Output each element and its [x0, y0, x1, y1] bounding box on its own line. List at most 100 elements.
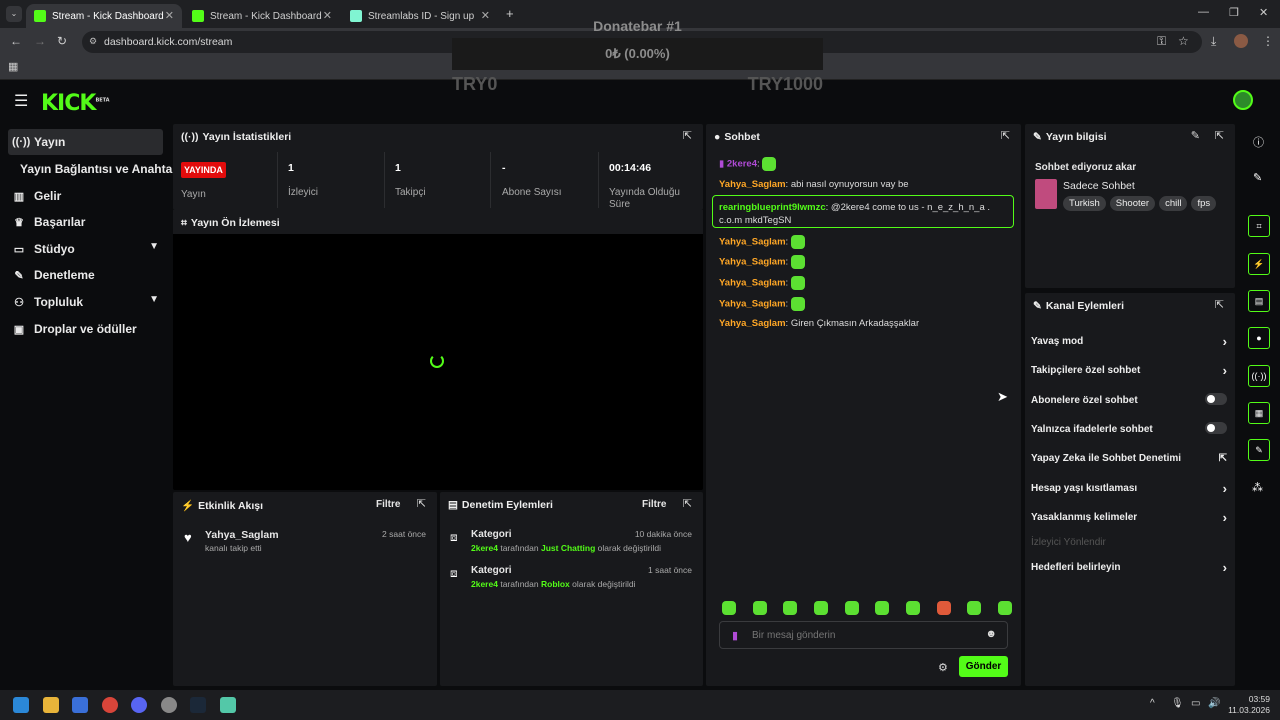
bookmark-star-icon[interactable]: ☆ [1178, 34, 1189, 48]
maximize-icon[interactable]: ❐ [1229, 6, 1239, 19]
profile-avatar[interactable] [1234, 34, 1248, 48]
emote-only-toggle[interactable] [1205, 422, 1227, 434]
clock[interactable]: 03:59 11.03.2026 [1228, 694, 1270, 716]
dots-cluster-icon[interactable]: ⁂ [1252, 481, 1263, 494]
chat-message: Yahya_Saglam: [719, 235, 805, 249]
action-followers-only[interactable]: Takipçilere özel sohbet › [1031, 363, 1227, 378]
volume-icon[interactable]: 🔊 [1208, 698, 1220, 709]
network-icon[interactable]: ▭ [1191, 698, 1200, 709]
chat-username[interactable]: Yahya_Saglam [719, 299, 786, 310]
popout-icon[interactable]: ⇱ [1215, 129, 1224, 142]
sidebar-item-gelir[interactable]: ▥ Gelir [8, 183, 163, 209]
chat-username[interactable]: Yahya_Saglam [719, 278, 786, 289]
emote-icon[interactable] [997, 601, 1012, 615]
apps-grid-icon[interactable]: ▦ [8, 60, 18, 73]
moderation-filter-button[interactable]: Filtre [642, 499, 666, 510]
chat-username[interactable]: 2kere4 [727, 159, 757, 170]
category-name[interactable]: Sadece Sohbet [1063, 180, 1135, 192]
emote-icon[interactable] [844, 601, 859, 615]
obs-icon[interactable] [161, 697, 177, 713]
minimize-icon[interactable]: — [1198, 6, 1209, 18]
chat-username[interactable]: rearingblueprint9lwmzc [719, 202, 826, 213]
tag-chip[interactable]: Shooter [1109, 196, 1156, 211]
chrome-icon[interactable] [102, 697, 118, 713]
microphone-icon[interactable]: 🎙 [1171, 698, 1184, 709]
discord-icon[interactable] [131, 697, 147, 713]
user-avatar[interactable] [1233, 90, 1253, 110]
key-icon[interactable]: ⚿ [1157, 34, 1166, 49]
rail-info-button[interactable]: ▦ [1248, 402, 1270, 424]
file-explorer-icon[interactable] [43, 697, 59, 713]
rail-preview-button[interactable]: ⌗ [1248, 215, 1270, 237]
tag-chip[interactable]: Turkish [1063, 196, 1106, 211]
popout-icon[interactable]: ⇱ [683, 497, 692, 510]
action-ai-moderation[interactable]: Yapay Zeka ile Sohbet Denetimi ⇱ [1031, 453, 1227, 464]
menu-dots-icon[interactable]: ⋮ [1262, 34, 1274, 48]
chat-username[interactable]: Yahya_Saglam [719, 318, 786, 329]
chat-settings-icon[interactable]: ⚙ [938, 661, 948, 674]
tab-kick-dashboard-2[interactable]: Stream - Kick Dashboard ✕ [184, 4, 340, 28]
popout-icon[interactable]: ⇱ [417, 497, 426, 510]
emote-icon[interactable] [936, 601, 951, 615]
streamlabs-icon[interactable] [220, 697, 236, 713]
rail-activity-button[interactable]: ⚡ [1248, 253, 1270, 275]
info-icon[interactable]: ⓘ [1253, 134, 1264, 150]
action-set-goals[interactable]: Hedefleri belirleyin › [1031, 560, 1227, 575]
popout-icon[interactable]: ⇱ [1001, 129, 1010, 142]
popout-icon[interactable]: ⇱ [1215, 298, 1224, 311]
chat-username[interactable]: Yahya_Saglam [719, 237, 786, 248]
popout-icon[interactable]: ⇱ [683, 129, 692, 142]
sidebar-item-topluluk[interactable]: ⚇ Topluluk ▼ [8, 289, 163, 315]
sidebar-item-denetleme[interactable]: ✎ Denetleme [8, 262, 163, 288]
forward-icon[interactable]: → [34, 34, 46, 48]
tag-chip[interactable]: fps [1191, 196, 1217, 211]
emote-icon[interactable] [875, 601, 890, 615]
sidebar-item-yayin[interactable]: ((·)) Yayın [8, 129, 163, 155]
chat-username[interactable]: Yahya_Saglam [719, 257, 786, 268]
activity-filter-button[interactable]: Filtre [376, 499, 400, 510]
sidebar-item-studyo[interactable]: ▭ Stüdyo ▼ [8, 236, 163, 262]
tab-kick-dashboard-1[interactable]: Stream - Kick Dashboard ✕ [26, 4, 182, 28]
rail-chat-button[interactable]: ● [1248, 327, 1270, 349]
store-icon[interactable] [72, 697, 88, 713]
emote-icon[interactable] [905, 601, 920, 615]
sidebar-item-basarilar[interactable]: ♛ Başarılar [8, 209, 163, 235]
tray-chevron-icon[interactable]: ^ [1150, 698, 1155, 709]
chat-input-box[interactable]: ▮ ☻ [719, 621, 1008, 649]
subscribers-only-toggle[interactable] [1205, 393, 1227, 405]
close-tab-icon[interactable]: ✕ [323, 9, 332, 22]
kick-logo[interactable]: KICKBETA [41, 91, 110, 116]
wrench-icon: ✎ [1033, 131, 1042, 143]
emote-icon[interactable] [967, 601, 982, 615]
close-window-icon[interactable]: ✕ [1259, 6, 1268, 19]
edit-pencil-icon[interactable]: ✎ [1253, 171, 1262, 184]
sidebar-item-droplar[interactable]: ▣ Droplar ve ödüller [8, 316, 163, 342]
rail-actions-button[interactable]: ✎ [1248, 439, 1270, 461]
sidebar-item-stream-key[interactable]: Yayın Bağlantısı ve Anahtarı [20, 156, 180, 182]
steam-icon[interactable] [190, 697, 206, 713]
tab-search-button[interactable]: ⌄ [6, 6, 22, 22]
emote-icon[interactable] [813, 601, 828, 615]
windows-start-icon[interactable] [13, 697, 29, 713]
emote-icon[interactable] [722, 601, 736, 615]
rail-stats-button[interactable]: ((·)) [1248, 365, 1270, 387]
action-slow-mode[interactable]: Yavaş mod › [1031, 334, 1227, 349]
emoji-icon[interactable]: ☻ [985, 628, 997, 640]
event-user[interactable]: Yahya_Saglam [205, 529, 279, 541]
hamburger-menu-icon[interactable]: ☰ [14, 91, 28, 111]
reload-icon[interactable]: ↻ [57, 34, 67, 48]
tag-chip[interactable]: chill [1159, 196, 1188, 211]
emote-icon[interactable] [783, 601, 798, 615]
back-icon[interactable]: ← [10, 34, 22, 48]
download-icon[interactable]: ⤓ [1211, 34, 1216, 49]
site-info-icon[interactable]: ⚙ [89, 36, 97, 47]
chat-username[interactable]: Yahya_Saglam [719, 179, 786, 190]
rail-moderation-button[interactable]: ▤ [1248, 290, 1270, 312]
chat-input[interactable] [752, 627, 972, 643]
action-banned-words[interactable]: Yasaklanmış kelimeler › [1031, 510, 1227, 525]
send-button[interactable]: Gönder [959, 656, 1008, 677]
emote-icon[interactable] [752, 601, 767, 615]
edit-pencil-icon[interactable]: ✎ [1191, 129, 1200, 142]
action-account-age[interactable]: Hesap yaşı kısıtlaması › [1031, 481, 1227, 496]
close-tab-icon[interactable]: ✕ [165, 9, 174, 22]
